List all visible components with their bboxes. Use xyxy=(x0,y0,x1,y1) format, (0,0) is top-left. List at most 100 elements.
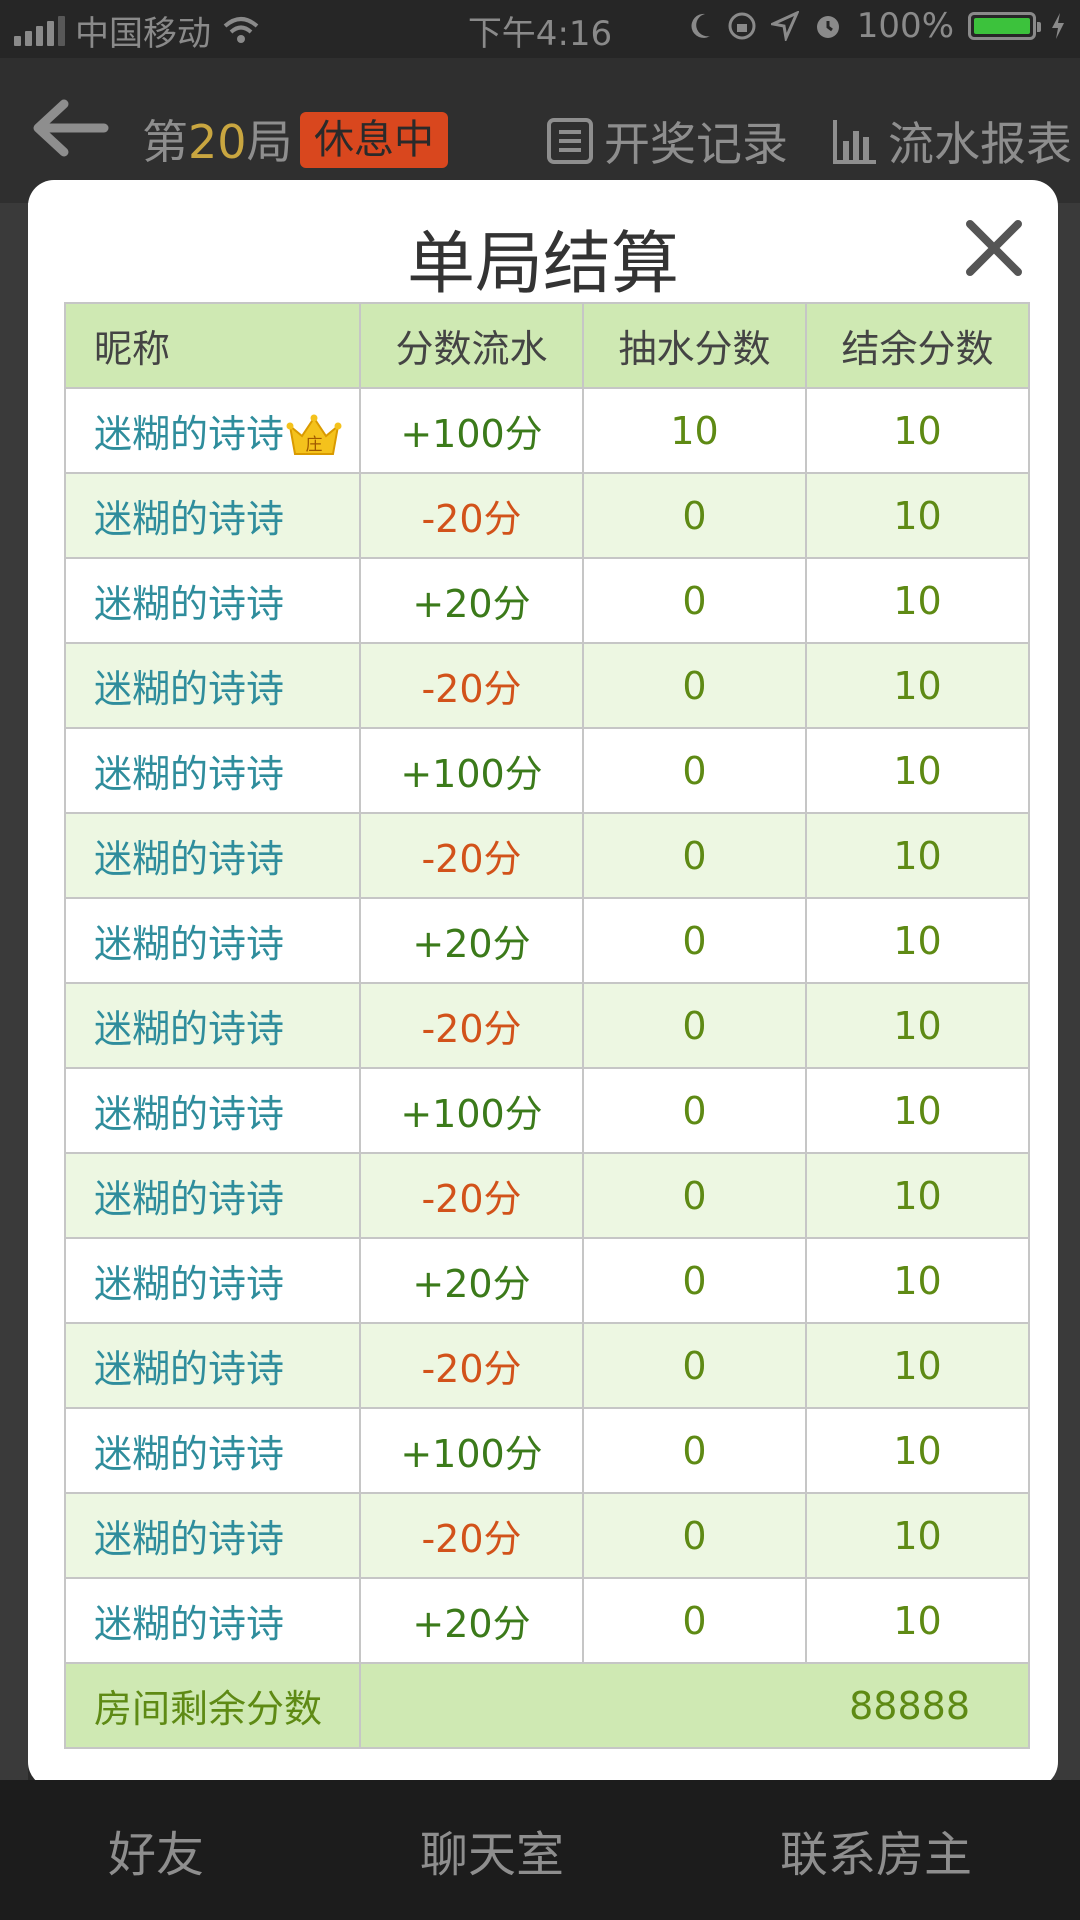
nickname-cell: 迷糊的诗诗 xyxy=(64,982,361,1069)
total-label: 房间剩余分数 xyxy=(64,1662,361,1749)
dealer-mark: 庄 xyxy=(306,435,323,455)
nickname-text: 迷糊的诗诗 xyxy=(94,1517,285,1561)
bottom-bar: 好友 聊天室 联系房主 xyxy=(0,1780,1080,1920)
nickname-cell: 迷糊的诗诗 xyxy=(64,642,361,729)
fee-cell: 0 xyxy=(582,1067,807,1154)
alarm-icon xyxy=(816,16,839,38)
flow-cell: +20分 xyxy=(359,1237,584,1324)
balance-cell: 10 xyxy=(805,387,1030,474)
nickname-cell: 迷糊的诗诗 xyxy=(64,1237,361,1324)
table-row: 迷糊的诗诗 +20分 0 10 xyxy=(64,1237,1030,1324)
nickname-text: 迷糊的诗诗 xyxy=(94,1602,285,1646)
balance-cell: 10 xyxy=(805,642,1030,729)
table-header-row: 昵称 分数流水 抽水分数 结余分数 xyxy=(64,302,1030,389)
table-row: 迷糊的诗诗 +20分 0 10 xyxy=(64,557,1030,644)
nickname-text: 迷糊的诗诗 xyxy=(94,752,285,796)
table-row: 迷糊的诗诗 -20分 0 10 xyxy=(64,982,1030,1069)
nickname-text: 迷糊的诗诗 xyxy=(94,667,285,711)
dealer-crown-icon: 庄 xyxy=(286,414,342,456)
nickname-text: 迷糊的诗诗 xyxy=(94,837,285,881)
battery-icon xyxy=(968,12,1041,40)
list-icon xyxy=(547,118,593,164)
flow-cell: -20分 xyxy=(359,472,584,559)
flow-cell: +100分 xyxy=(359,1067,584,1154)
nickname-text: 迷糊的诗诗 xyxy=(94,1262,285,1306)
nickname-cell: 迷糊的诗诗 xyxy=(64,1322,361,1409)
nickname-text: 迷糊的诗诗 xyxy=(94,411,285,456)
nickname-text: 迷糊的诗诗 xyxy=(94,582,285,626)
nickname-cell: 迷糊的诗诗 xyxy=(64,557,361,644)
column-header-fee: 抽水分数 xyxy=(582,302,807,389)
nickname-cell: 迷糊的诗诗庄 xyxy=(64,387,361,474)
fee-cell: 10 xyxy=(582,387,807,474)
battery-percent: 100% xyxy=(856,6,954,46)
balance-cell: 10 xyxy=(805,472,1030,559)
flow-cell: +20分 xyxy=(359,897,584,984)
balance-cell: 10 xyxy=(805,1577,1030,1664)
table-row: 迷糊的诗诗 +100分 0 10 xyxy=(64,727,1030,814)
nickname-text: 迷糊的诗诗 xyxy=(94,1007,285,1051)
nickname-text: 迷糊的诗诗 xyxy=(94,1177,285,1221)
nickname-text: 迷糊的诗诗 xyxy=(94,922,285,966)
fee-cell: 0 xyxy=(582,812,807,899)
balance-cell: 10 xyxy=(805,727,1030,814)
nickname-cell: 迷糊的诗诗 xyxy=(64,1152,361,1239)
fee-cell: 0 xyxy=(582,1152,807,1239)
charging-icon xyxy=(1052,13,1064,39)
flow-cell: -20分 xyxy=(359,1492,584,1579)
table-row: 迷糊的诗诗 -20分 0 10 xyxy=(64,1492,1030,1579)
total-row: 房间剩余分数 88888 xyxy=(64,1662,1030,1749)
table-row: 迷糊的诗诗 -20分 0 10 xyxy=(64,812,1030,899)
nickname-cell: 迷糊的诗诗 xyxy=(64,472,361,559)
table-row: 迷糊的诗诗 +100分 0 10 xyxy=(64,1407,1030,1494)
flow-cell: +100分 xyxy=(359,387,584,474)
nickname-cell: 迷糊的诗诗 xyxy=(64,1577,361,1664)
nickname-cell: 迷糊的诗诗 xyxy=(64,897,361,984)
settlement-dialog: 单局结算 昵称 分数流水 抽水分数 结余分数 迷糊的诗诗庄 +100分 10 10 迷糊… xyxy=(28,180,1058,1788)
flow-cell: +100分 xyxy=(359,1407,584,1494)
balance-cell: 10 xyxy=(805,1152,1030,1239)
table-row: 迷糊的诗诗 +20分 0 10 xyxy=(64,897,1030,984)
flow-cell: -20分 xyxy=(359,1152,584,1239)
fee-cell: 0 xyxy=(582,1492,807,1579)
contact-host-button[interactable]: 联系房主 xyxy=(780,1815,972,1885)
fee-cell: 0 xyxy=(582,557,807,644)
table-row: 迷糊的诗诗 -20分 0 10 xyxy=(64,642,1030,729)
round-number: 20 xyxy=(188,115,247,169)
balance-cell: 10 xyxy=(805,812,1030,899)
round-indicator: 第20局 xyxy=(142,106,293,172)
dialog-title: 单局结算 xyxy=(406,225,679,304)
nickname-text: 迷糊的诗诗 xyxy=(94,1432,285,1476)
table-row: 迷糊的诗诗 +20分 0 10 xyxy=(64,1577,1030,1664)
fee-cell: 0 xyxy=(582,472,807,559)
friends-button[interactable]: 好友 xyxy=(108,1815,204,1885)
flow-cell: -20分 xyxy=(359,812,584,899)
balance-cell: 10 xyxy=(805,557,1030,644)
round-suffix: 局 xyxy=(246,115,293,169)
balance-cell: 10 xyxy=(805,1492,1030,1579)
status-badge: 休息中 xyxy=(300,112,448,168)
flow-cell: -20分 xyxy=(359,982,584,1069)
back-arrow-icon[interactable] xyxy=(30,98,110,158)
draw-history-label: 开奖记录 xyxy=(604,117,788,171)
fee-cell: 0 xyxy=(582,642,807,729)
nickname-cell: 迷糊的诗诗 xyxy=(64,1492,361,1579)
fee-cell: 0 xyxy=(582,727,807,814)
location-icon xyxy=(770,11,799,41)
chat-room-button[interactable]: 聊天室 xyxy=(420,1815,564,1885)
status-bar: 中国移动 下午4:16 100% xyxy=(0,0,1080,58)
nickname-text: 迷糊的诗诗 xyxy=(94,497,285,541)
nickname-cell: 迷糊的诗诗 xyxy=(64,812,361,899)
balance-cell: 10 xyxy=(805,1237,1030,1324)
flow-cell: +100分 xyxy=(359,727,584,814)
table-row: 迷糊的诗诗 +100分 0 10 xyxy=(64,1067,1030,1154)
fee-cell: 0 xyxy=(582,897,807,984)
nickname-cell: 迷糊的诗诗 xyxy=(64,1407,361,1494)
flow-cell: -20分 xyxy=(359,1322,584,1409)
flow-report-button[interactable]: 流水报表 xyxy=(832,108,1072,174)
rotation-lock-icon xyxy=(728,12,756,40)
close-icon[interactable] xyxy=(962,216,1026,280)
moon-icon xyxy=(691,13,710,38)
draw-history-button[interactable]: 开奖记录 xyxy=(546,108,788,174)
background-left-edge xyxy=(0,203,28,1783)
